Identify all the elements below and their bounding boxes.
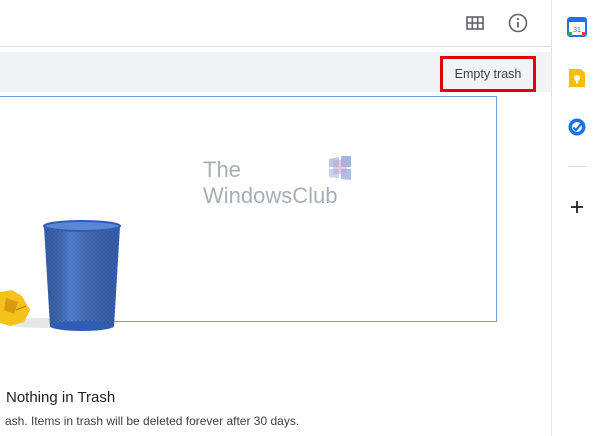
tasks-icon[interactable] (566, 116, 588, 138)
empty-trash-illustration (0, 220, 121, 331)
keep-icon[interactable] (566, 67, 588, 89)
grid-view-icon[interactable] (461, 9, 489, 37)
empty-state-description: ash. Items in trash will be deleted fore… (5, 414, 300, 428)
side-panel-divider (568, 166, 586, 167)
calendar-day-label: 31 (573, 27, 581, 34)
empty-state-title: Nothing in Trash (6, 389, 116, 406)
watermark: The WindowsClub (203, 157, 338, 209)
top-toolbar (0, 0, 551, 47)
calendar-icon[interactable]: 31 (566, 16, 588, 38)
side-panel: 31 (551, 0, 600, 436)
watermark-line-2: WindowsClub (203, 183, 338, 208)
info-icon[interactable] (504, 9, 532, 37)
add-icon[interactable] (566, 196, 588, 218)
watermark-line-1: The (203, 157, 241, 182)
windows-logo-icon (329, 156, 351, 180)
main-area: Empty trash The WindowsClub Nothing in T… (0, 0, 551, 436)
empty-trash-button[interactable]: Empty trash (440, 56, 536, 92)
